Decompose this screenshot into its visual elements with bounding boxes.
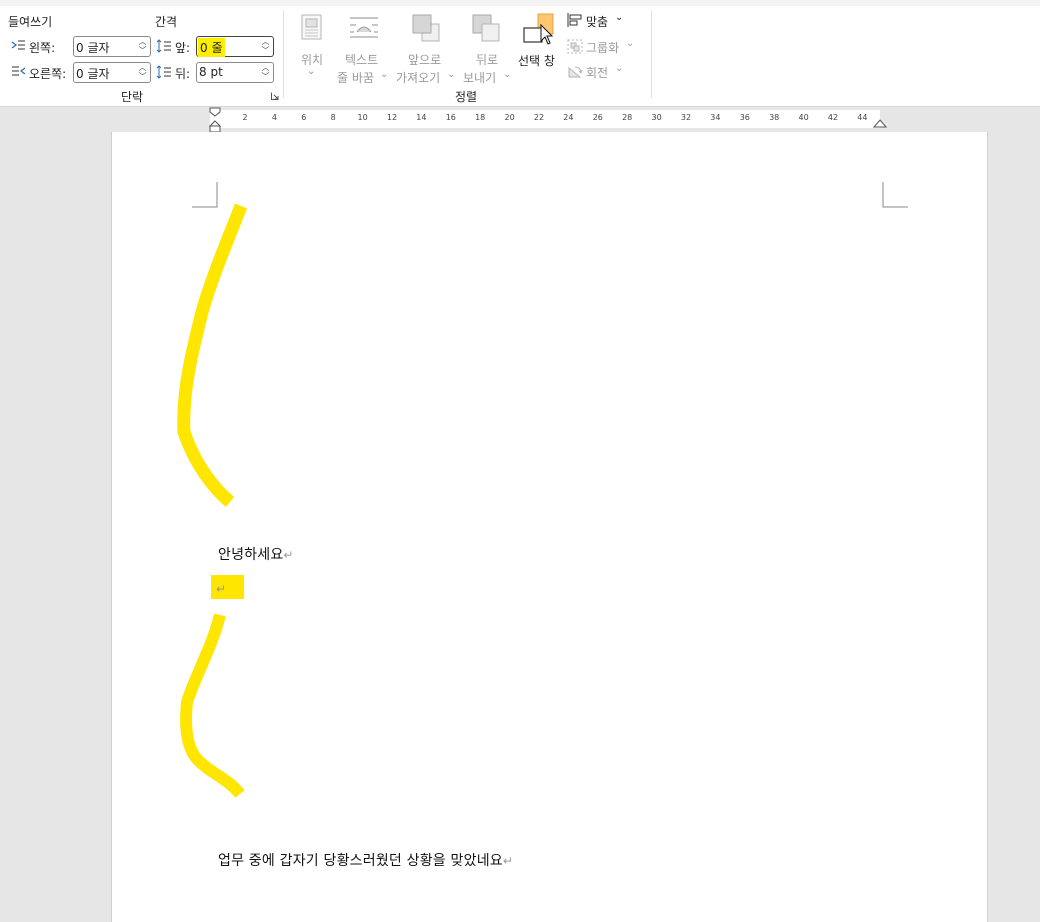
ruler-tick-label: 14: [416, 113, 427, 122]
ruler-tick-label: 6: [301, 113, 307, 122]
spacing-before-value: 0 줄: [198, 38, 225, 57]
crop-mark-top-right: [882, 182, 908, 208]
align-button[interactable]: 맞춤 ⌄: [566, 12, 630, 30]
indent-left-value: 0 글자: [76, 41, 110, 55]
rotate-button[interactable]: 회전 ⌄: [566, 63, 630, 81]
group-separator: [283, 10, 284, 98]
ruler-tick-label: 32: [680, 113, 692, 122]
ruler-tick-label: 36: [739, 113, 750, 122]
indent-left-label: 왼쪽:: [29, 41, 56, 55]
wrap-text-chevron-icon: ⌄: [380, 69, 389, 80]
indent-right-spinner[interactable]: 0 글자 ︿ ﹀: [73, 62, 151, 83]
spacing-before-arrows[interactable]: ︿ ﹀: [261, 37, 270, 56]
ruler-tick-label: 42: [827, 113, 839, 122]
send-backward-button[interactable]: 뒤로 보내기 ⌄: [461, 12, 513, 85]
align-icon: [567, 13, 582, 27]
send-backward-chevron-icon: ⌄: [503, 69, 512, 80]
spacing-before-icon: [156, 39, 171, 53]
spacing-after-label: 뒤:: [175, 67, 191, 81]
spacing-before-spinner[interactable]: 0 줄 ︿ ﹀: [196, 36, 274, 57]
rotate-label: 회전: [586, 66, 609, 80]
indent-right-icon: [12, 66, 26, 76]
group-separator: [651, 10, 652, 98]
paragraph-dialog-launcher-icon[interactable]: [271, 92, 279, 100]
ruler-tick-label: 28: [622, 113, 633, 122]
position-chevron-icon: ⌄: [307, 66, 316, 77]
send-backward-icon: [472, 14, 500, 42]
ruler-tick-label: 10: [357, 113, 368, 122]
ruler-tick-label: 40: [798, 113, 809, 122]
wrap-text-label-2: 줄 바꿈: [337, 71, 374, 85]
group-chevron-icon: ⌄: [626, 38, 635, 49]
highlight-stroke-annotation: [177, 203, 248, 507]
ruler-tick-label: 2: [242, 113, 248, 122]
spacing-after-spinner[interactable]: 8 pt ︿ ﹀: [196, 62, 274, 83]
spacing-before-label: 앞:: [175, 41, 191, 55]
group-objects-icon: [567, 39, 583, 54]
send-backward-label-2: 보내기: [463, 71, 497, 85]
paragraph-body-text: 업무 중에 갑자기 당황스러웠던 상황을 맞았네요: [218, 853, 503, 869]
indent-left-arrows[interactable]: ︿ ﹀: [138, 37, 147, 56]
ribbon: 들여쓰기 왼쪽: 0 글자 ︿ ﹀ 오른쪽: 0 글자 ︿ ﹀ 간격 앞: 0 줄 …: [0, 6, 1040, 107]
highlight-stroke-annotation: [180, 613, 245, 798]
bring-forward-chevron-icon: ⌄: [447, 69, 456, 80]
send-backward-label-1: 뒤로: [476, 53, 499, 67]
align-chevron-icon: ⌄: [615, 12, 624, 23]
group-button[interactable]: 그룹화 ⌄: [566, 38, 638, 56]
position-icon: [301, 14, 322, 40]
ruler-tick-label: 12: [386, 113, 398, 122]
rotate-chevron-icon: ⌄: [615, 63, 624, 74]
paragraph-mark-icon: ↵: [216, 582, 227, 596]
ruler-tick-label: 16: [445, 113, 456, 122]
document-page[interactable]: 안녕하세요↵ ↵ 업무 중에 갑자기 당황스러웠던 상황을 맞았네요↵: [111, 132, 988, 922]
ruler-tick-label: 34: [710, 113, 721, 122]
ruler-tick-label: 24: [563, 113, 574, 122]
indent-markers-icon[interactable]: [209, 107, 221, 133]
ruler-tick-label: 44: [857, 113, 868, 122]
spacing-after-value: 8 pt: [199, 65, 223, 79]
ruler-tick-label: 4: [271, 113, 277, 122]
rotate-icon: [568, 66, 583, 78]
spacing-after-arrows[interactable]: ︿ ﹀: [261, 63, 270, 82]
spacing-after-icon: [156, 65, 171, 79]
ruler-tick-label: 38: [769, 113, 780, 122]
wrap-text-label-1: 텍스트: [345, 53, 379, 67]
indent-title: 들여쓰기: [8, 15, 53, 29]
ruler-tick-label: 22: [533, 113, 545, 122]
bring-forward-label-2: 가져오기: [396, 71, 441, 85]
bring-forward-label-1: 앞으로: [408, 53, 442, 67]
paragraph-body[interactable]: 업무 중에 갑자기 당황스러웠던 상황을 맞았네요↵: [218, 850, 513, 870]
indent-right-value: 0 글자: [76, 67, 110, 81]
selection-pane-icon: [523, 13, 554, 45]
bring-forward-icon: [412, 14, 440, 42]
wrap-text-icon: [350, 17, 378, 38]
indent-right-arrows[interactable]: ︿ ﹀: [138, 63, 147, 82]
indent-right-label: 오른쪽:: [29, 67, 67, 81]
ruler-tick-label: 8: [330, 113, 336, 122]
paragraph-mark-icon: ↵: [283, 548, 294, 562]
bring-forward-button[interactable]: 앞으로 가져오기 ⌄: [395, 12, 457, 85]
group-label: 그룹화: [586, 41, 620, 55]
paragraph-group-label: 단락: [121, 90, 144, 104]
wrap-text-button[interactable]: 텍스트 줄 바꿈 ⌄: [335, 12, 391, 85]
right-indent-marker-icon[interactable]: [873, 117, 887, 129]
ruler-tick-label: 30: [651, 113, 662, 122]
ruler-tick-label: 18: [475, 113, 486, 122]
indent-left-spinner[interactable]: 0 글자 ︿ ﹀: [73, 36, 151, 57]
paragraph-greeting[interactable]: 안녕하세요↵: [218, 544, 294, 564]
paragraph-greeting-text: 안녕하세요: [218, 547, 284, 563]
ruler-tick-label: 26: [592, 113, 603, 122]
align-label: 맞춤: [586, 15, 609, 29]
paragraph-mark-icon: ↵: [502, 854, 514, 868]
empty-paragraph-highlight[interactable]: ↵: [211, 575, 244, 599]
position-button[interactable]: 위치 ⌄: [295, 12, 329, 82]
horizontal-ruler[interactable]: 2 4 6 8 10 12 14 16 18 20 22 24 26 28 30 32 34 36 38 40 42 44: [210, 110, 880, 128]
indent-left-icon: [11, 40, 25, 50]
selection-pane-button[interactable]: 선택 창: [517, 12, 561, 82]
selection-pane-label: 선택 창: [518, 54, 555, 68]
ruler-tick-label: 20: [504, 113, 515, 122]
spacing-title: 간격: [155, 15, 178, 29]
arrange-group-label: 정렬: [455, 90, 478, 104]
